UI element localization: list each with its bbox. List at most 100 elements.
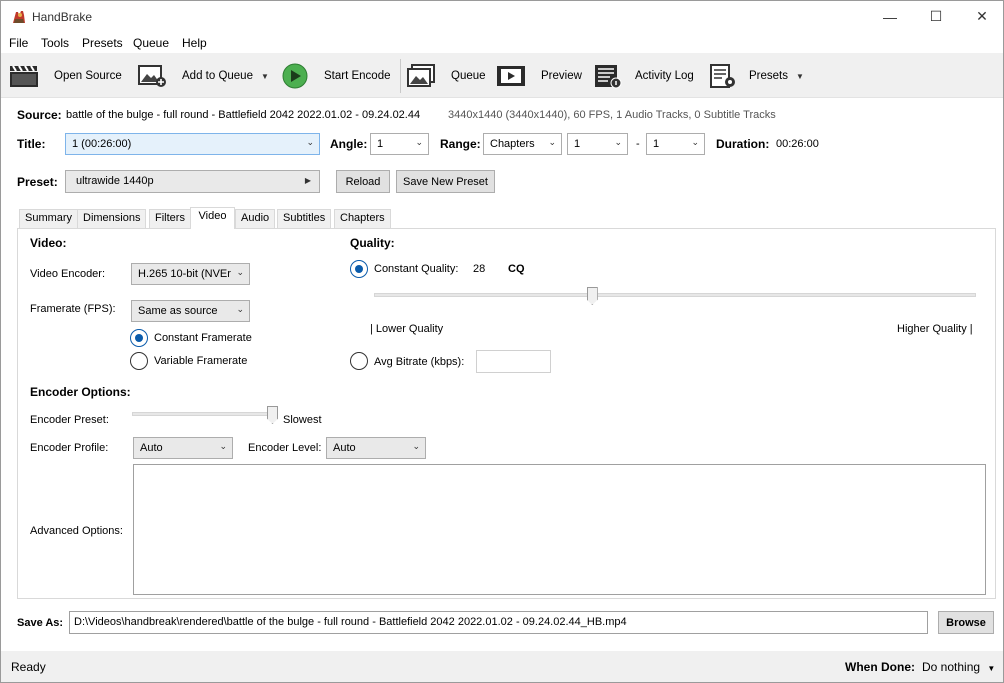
window-title: HandBrake [32,10,93,24]
menu-presets[interactable]: Presets [82,36,123,50]
angle-select-value: 1 [377,138,384,150]
open-source-button[interactable]: Open Source [9,61,122,91]
range-start-select[interactable]: 1 ⌄ [567,133,628,155]
start-encode-button[interactable]: Start Encode [281,61,390,91]
constant-framerate-label: Constant Framerate [154,332,252,344]
chevron-down-icon: ⌄ [412,441,420,451]
range-type-select[interactable]: Chapters ⌄ [483,133,562,155]
play-icon [282,63,308,89]
toolbar: Open Source Add to Queue ▼ Start Encode [1,53,1003,98]
advanced-options-label: Advanced Options: [30,525,123,537]
constant-quality-radio[interactable] [350,260,368,278]
activity-log-label: Activity Log [635,70,694,82]
clapperboard-icon [10,65,38,87]
browse-button[interactable]: Browse [938,611,994,634]
tab-chapters[interactable]: Chapters [334,209,391,228]
encoder-preset-slider-track[interactable] [132,412,278,416]
duration-value: 00:26:00 [776,138,819,150]
range-type-value: Chapters [490,138,535,150]
menu-file[interactable]: File [9,36,28,50]
presets-button[interactable]: Presets ▼ [708,61,804,91]
encoder-profile-value: Auto [140,442,163,454]
preview-button[interactable]: Preview [496,61,582,91]
duration-label: Duration: [716,137,770,151]
preset-label: Preset: [17,175,58,189]
video-encoder-value: H.265 10-bit (NVEr [138,268,231,280]
when-done-label: When Done: [845,660,915,674]
activity-log-button[interactable]: Activity Log [593,61,694,91]
presets-label: Presets [749,70,788,82]
chevron-down-icon: ▼ [987,664,996,673]
when-done-select[interactable]: Do nothing ▼ [922,660,995,674]
video-section-title: Video: [30,236,67,250]
encoder-options-title: Encoder Options: [30,385,131,399]
constant-quality-unit: CQ [508,263,525,275]
chevron-down-icon[interactable]: ▼ [796,72,804,81]
tab-audio[interactable]: Audio [235,209,276,228]
chevron-down-icon: ⌄ [614,137,622,147]
tab-dimensions[interactable]: Dimensions [77,209,147,228]
save-as-path-input[interactable]: D:\Videos\handbreak\rendered\battle of t… [69,611,928,634]
higher-quality-label: Higher Quality | [897,323,973,335]
chevron-right-icon: ▶ [304,176,311,185]
menu-tools[interactable]: Tools [41,36,69,50]
chevron-down-icon: ⌄ [219,441,227,451]
video-encoder-select[interactable]: H.265 10-bit (NVEr ⌄ [131,263,250,285]
queue-button[interactable]: Queue [406,61,486,91]
tab-subtitles[interactable]: Subtitles [277,209,332,228]
chevron-down-icon[interactable]: ▼ [261,72,269,81]
constant-quality-label: Constant Quality: [374,263,459,275]
handbrake-logo-icon [13,11,25,23]
constant-quality-value: 28 [473,263,486,275]
open-source-label: Open Source [54,70,122,82]
title-label: Title: [17,137,46,151]
preset-select[interactable]: ultrawide 1440p ▶ [65,170,320,193]
handbrake-window: HandBrake — ☐ ✕ File Tools Presets Queue… [0,0,1004,683]
close-button[interactable]: ✕ [959,1,1003,32]
menu-queue[interactable]: Queue [133,36,169,50]
tab-filters[interactable]: Filters [149,209,191,228]
add-to-queue-label: Add to Queue [182,70,253,82]
encoder-profile-select[interactable]: Auto ⌄ [133,437,233,459]
avg-bitrate-input[interactable] [476,350,551,373]
encoder-preset-value: Slowest [283,414,322,426]
framerate-label: Framerate (FPS): [30,303,116,315]
reload-label: Reload [345,175,381,188]
maximize-button[interactable]: ☐ [913,1,959,32]
status-bar: Ready When Done: Do nothing ▼ [1,651,1003,682]
avg-bitrate-label: Avg Bitrate (kbps): [374,356,465,368]
quality-section-title: Quality: [350,236,395,250]
add-image-icon [138,65,166,87]
encoder-level-value: Auto [333,442,356,454]
encoder-level-select[interactable]: Auto ⌄ [326,437,426,459]
encoder-preset-label: Encoder Preset: [30,414,109,426]
save-new-preset-button[interactable]: Save New Preset [396,170,495,193]
preview-label: Preview [541,70,582,82]
tab-video[interactable]: Video [190,207,235,229]
quality-slider-track[interactable] [374,293,976,297]
encoder-profile-label: Encoder Profile: [30,442,109,454]
range-end-select[interactable]: 1 ⌄ [646,133,705,155]
add-to-queue-button[interactable]: Add to Queue ▼ [137,61,269,91]
angle-select[interactable]: 1 ⌄ [370,133,429,155]
chevron-down-icon: ⌄ [306,137,314,147]
close-icon: ✕ [976,8,988,24]
menu-help[interactable]: Help [182,36,207,50]
reload-button[interactable]: Reload [336,170,390,193]
menu-bar: File Tools Presets Queue Help [1,33,1003,53]
angle-label: Angle: [330,137,368,151]
presets-settings-icon [710,64,735,88]
framerate-select[interactable]: Same as source ⌄ [131,300,250,322]
tab-summary[interactable]: Summary [19,209,79,228]
video-encoder-label: Video Encoder: [30,268,106,280]
source-name: battle of the bulge - full round - Battl… [66,109,421,121]
source-label: Source: [17,108,62,122]
range-start-value: 1 [574,138,581,150]
constant-framerate-radio[interactable] [130,329,148,347]
advanced-options-textarea[interactable] [133,464,986,595]
chevron-down-icon: ⌄ [415,137,423,147]
minimize-button[interactable]: — [867,1,913,32]
avg-bitrate-radio[interactable] [350,352,368,370]
title-select[interactable]: 1 (00:26:00) ⌄ [65,133,320,155]
variable-framerate-radio[interactable] [130,352,148,370]
